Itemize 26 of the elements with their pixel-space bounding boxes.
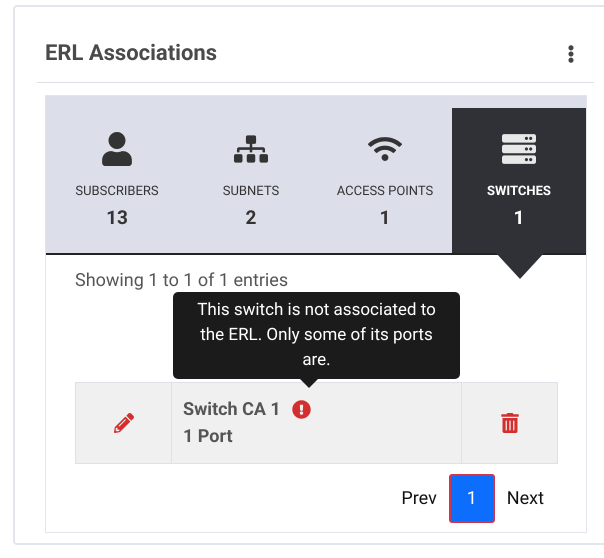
- tab-count: 1: [514, 204, 524, 230]
- category-tab[interactable]: ACCESS POINTS 1: [318, 108, 452, 253]
- switch-name: Switch CA 1: [183, 398, 281, 422]
- tab-label: SUBSCRIBERS: [75, 183, 159, 201]
- delete-icon[interactable]: [500, 413, 520, 433]
- category-tab[interactable]: SUBNETS 2: [184, 108, 318, 253]
- tab-count: 1: [380, 204, 390, 230]
- card-title: ERL Associations: [45, 40, 218, 68]
- port-count: 1 Port: [183, 425, 234, 449]
- warning-icon[interactable]: [292, 400, 311, 419]
- tab-label: SWITCHES: [487, 183, 551, 201]
- page-button[interactable]: 1: [448, 474, 495, 523]
- tab-count: 13: [106, 204, 128, 230]
- server-icon: [502, 132, 536, 166]
- tooltip: This switch is not associated to the ERL. Only some of its ports are.: [173, 292, 460, 379]
- tooltip-pointer: [300, 379, 318, 388]
- tab-label: SUBNETS: [222, 183, 280, 201]
- edit-icon[interactable]: [114, 413, 134, 433]
- prev-link[interactable]: Prev: [401, 485, 437, 512]
- tab-pointer: [496, 253, 544, 279]
- tab-count: 2: [246, 204, 256, 230]
- person-icon: [100, 132, 134, 166]
- category-tab[interactable]: SUBSCRIBERS 13: [50, 108, 184, 253]
- tab-label: ACCESS POINTS: [336, 183, 434, 201]
- entries-summary: Showing 1 to 1 of 1 entries: [75, 269, 290, 293]
- next-link[interactable]: Next: [506, 485, 544, 512]
